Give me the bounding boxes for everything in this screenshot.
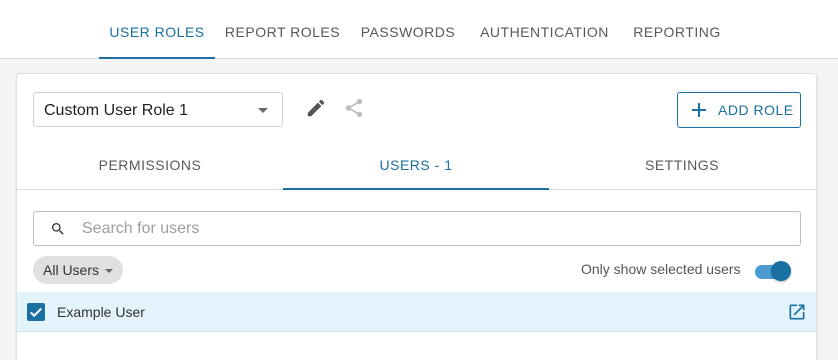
tab-passwords[interactable]: PASSWORDS <box>357 0 459 58</box>
user-filter-chip[interactable]: All Users <box>33 256 123 284</box>
tab-report-roles[interactable]: REPORT ROLES <box>224 0 341 58</box>
user-filter-label: All Users <box>43 262 100 278</box>
user-search-box <box>33 211 801 246</box>
selected-users-toggle-label: Only show selected users <box>581 261 741 277</box>
tab-reporting[interactable]: REPORTING <box>630 0 724 58</box>
tab-permissions[interactable]: PERMISSIONS <box>17 146 283 189</box>
selected-users-toggle[interactable] <box>755 261 791 281</box>
top-navigation: USER ROLES REPORT ROLES PASSWORDS AUTHEN… <box>0 0 838 59</box>
tab-settings[interactable]: SETTINGS <box>549 146 815 189</box>
role-sub-tabs: PERMISSIONS USERS - 1 SETTINGS <box>17 146 816 190</box>
open-in-new-icon[interactable] <box>787 302 807 322</box>
chevron-down-icon <box>105 269 113 273</box>
add-role-label: ADD ROLE <box>718 102 794 118</box>
list-item[interactable]: Example User <box>17 292 816 332</box>
pencil-icon[interactable] <box>305 97 327 119</box>
role-dropdown-value: Custom User Role 1 <box>44 102 189 119</box>
search-input[interactable] <box>82 212 782 245</box>
share-icon[interactable] <box>343 97 365 119</box>
role-card: Custom User Role 1 ADD ROLE PERMISSIONS … <box>16 73 817 360</box>
toggle-knob <box>771 261 791 281</box>
user-checkbox[interactable] <box>27 303 45 321</box>
plus-icon <box>692 103 706 117</box>
tab-authentication[interactable]: AUTHENTICATION <box>476 0 613 58</box>
role-dropdown[interactable]: Custom User Role 1 <box>33 92 283 127</box>
chevron-down-icon <box>258 108 268 113</box>
tab-users[interactable]: USERS - 1 <box>283 146 549 190</box>
add-role-button[interactable]: ADD ROLE <box>677 92 801 128</box>
tab-user-roles[interactable]: USER ROLES <box>99 0 215 59</box>
user-name: Example User <box>57 304 145 320</box>
search-icon <box>50 221 66 237</box>
